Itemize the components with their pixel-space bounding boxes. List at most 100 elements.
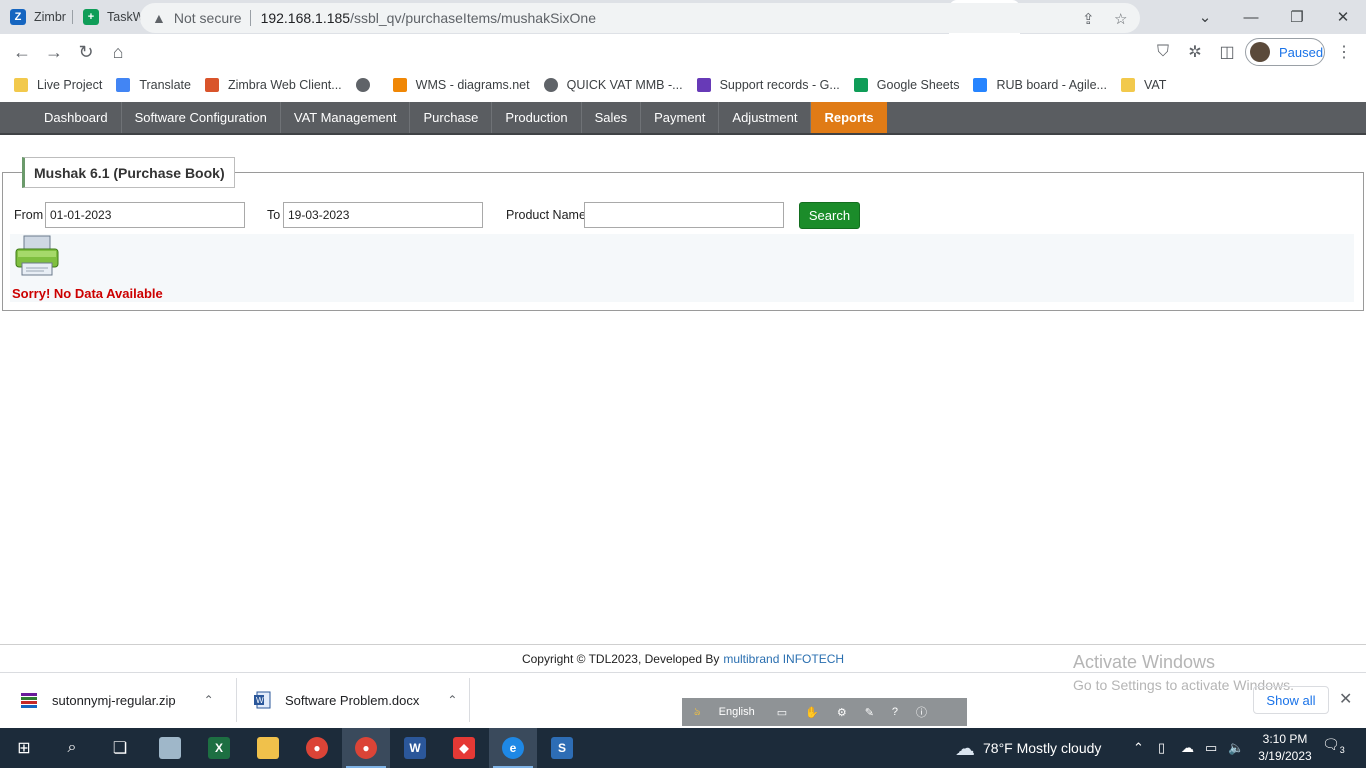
- forward-icon[interactable]: →: [38, 36, 70, 68]
- activate-windows-title: Activate Windows: [1073, 652, 1216, 672]
- chevron-up-icon[interactable]: ⌃: [204, 693, 214, 707]
- nav-item-production[interactable]: Production: [492, 102, 582, 133]
- chrome-icon: ●: [355, 737, 377, 759]
- hand-icon[interactable]: ✋: [805, 706, 819, 719]
- taskbar-app-s[interactable]: S: [538, 728, 586, 768]
- taskbar-app-word[interactable]: W: [391, 728, 439, 768]
- minimize-button[interactable]: —: [1228, 0, 1274, 34]
- show-all-downloads-button[interactable]: Show all: [1253, 686, 1329, 714]
- product-name-input[interactable]: [584, 202, 784, 228]
- bookmark-item[interactable]: Live Project: [14, 78, 102, 92]
- word-icon: W: [404, 737, 426, 759]
- settings-icon[interactable]: ⚙: [837, 706, 847, 719]
- svg-text:W: W: [256, 696, 264, 705]
- taskbar-app-chrome[interactable]: ●: [293, 728, 341, 768]
- avatar: [1250, 42, 1270, 62]
- battery-icon[interactable]: ▭: [1205, 728, 1217, 768]
- bookmark-label: Zimbra Web Client...: [227, 78, 342, 92]
- notification-count: 3: [1339, 744, 1345, 755]
- nav-item-reports[interactable]: Reports: [811, 102, 887, 133]
- nav-item-purchase[interactable]: Purchase: [410, 102, 493, 133]
- close-download-bar-icon[interactable]: ✕: [1339, 689, 1352, 709]
- download-filename: Software Problem.docx: [285, 692, 420, 708]
- security-label: Not secure: [173, 10, 242, 26]
- bookmark-label: Google Sheets: [876, 78, 960, 92]
- more-menu-icon[interactable]: ⋮: [1334, 42, 1354, 62]
- browser-tab[interactable]: Z Zimbr: [0, 0, 73, 34]
- bookmark-item[interactable]: Support records - G...: [696, 78, 840, 92]
- bookmark-label: RUB board - Agile...: [996, 78, 1107, 92]
- from-date-input[interactable]: [45, 202, 245, 228]
- weather-widget[interactable]: ☁ 78°F Mostly cloudy: [955, 728, 1101, 768]
- language-label[interactable]: English: [719, 706, 755, 718]
- download-item[interactable]: W Software Problem.docx ⌃: [253, 672, 457, 728]
- tab-search-icon[interactable]: ⌄: [1182, 0, 1228, 34]
- download-item[interactable]: sutonnymj-regular.zip ⌃: [20, 672, 214, 728]
- result-area: [10, 234, 1354, 302]
- bookmark-label: Support records - G...: [719, 78, 840, 92]
- chevron-up-icon[interactable]: ⌃: [447, 693, 457, 707]
- drawio-icon: [392, 78, 407, 92]
- taskbar-app-chrome-active[interactable]: ●: [342, 728, 390, 768]
- bookmark-star-icon[interactable]: ☆: [1114, 10, 1127, 28]
- nav-item-vat-management[interactable]: VAT Management: [281, 102, 411, 133]
- browser-tab[interactable]: + TaskW: [73, 0, 146, 34]
- tray-device-icon[interactable]: ▯: [1158, 728, 1165, 768]
- taskbar-app-explorer[interactable]: [244, 728, 292, 768]
- help-icon[interactable]: ?: [892, 706, 898, 718]
- ime-icon[interactable]: ঌ: [694, 703, 701, 722]
- nav-item-adjustment[interactable]: Adjustment: [719, 102, 812, 133]
- bookmark-label: Live Project: [37, 78, 103, 92]
- bookmark-item[interactable]: Google Sheets: [853, 78, 960, 92]
- side-panel-icon[interactable]: ◫: [1217, 42, 1237, 62]
- search-icon[interactable]: ⌕: [48, 728, 96, 768]
- word-doc-icon: W: [254, 691, 271, 709]
- bookmark-label: VAT: [1143, 78, 1167, 92]
- translate-icon: [116, 78, 131, 92]
- search-button[interactable]: Search: [799, 202, 860, 229]
- clock-date: 3/19/2023: [1258, 749, 1312, 763]
- task-view-icon[interactable]: ❏: [96, 728, 144, 768]
- extensions-puzzle-icon[interactable]: ✲: [1185, 42, 1205, 62]
- extension-shield-icon[interactable]: ⛉: [1153, 42, 1173, 62]
- printer-icon[interactable]: [14, 235, 60, 277]
- taskbar-app-excel[interactable]: X: [195, 728, 243, 768]
- profile-button[interactable]: Paused: [1245, 38, 1325, 66]
- to-date-input[interactable]: [283, 202, 483, 228]
- share-icon[interactable]: ⇪: [1082, 10, 1095, 28]
- developer-link[interactable]: multibrand INFOTECH: [723, 652, 844, 666]
- onedrive-icon[interactable]: ☁: [1181, 728, 1194, 768]
- system-clock[interactable]: 3:10 PM 3/19/2023: [1248, 731, 1322, 765]
- bookmark-item[interactable]: WMS - diagrams.net: [392, 78, 530, 92]
- tab-title: Zimbr: [34, 10, 66, 24]
- back-icon[interactable]: ←: [6, 36, 38, 68]
- url-text: 192.168.1.185/ssbl_qv/purchaseItems/mush…: [261, 10, 596, 26]
- reload-icon[interactable]: ↻: [70, 36, 102, 68]
- address-bar[interactable]: ▲ Not secure 192.168.1.185/ssbl_qv/purch…: [140, 3, 1140, 33]
- taskbar-app-notes[interactable]: [146, 728, 194, 768]
- taskbar-app-anydesk[interactable]: ◆: [440, 728, 488, 768]
- pen-icon[interactable]: ✎: [865, 706, 874, 719]
- info-icon[interactable]: ⓘ: [916, 704, 927, 720]
- nav-item-dashboard[interactable]: Dashboard: [31, 102, 122, 133]
- keyboard-icon[interactable]: ▭: [777, 706, 787, 719]
- bookmark-item[interactable]: QUICK VAT MMB -...: [543, 78, 683, 92]
- bookmark-item[interactable]: [355, 78, 379, 92]
- tray-chevron-icon[interactable]: ⌃: [1133, 728, 1144, 768]
- nav-item-software-configuration[interactable]: Software Configuration: [122, 102, 281, 133]
- bookmark-item[interactable]: Zimbra Web Client...: [204, 78, 342, 92]
- bookmark-item[interactable]: VAT: [1120, 78, 1167, 92]
- restore-button[interactable]: ❐: [1274, 0, 1320, 34]
- notification-center-icon[interactable]: 🗨3: [1322, 736, 1345, 755]
- close-window-button[interactable]: ✕: [1320, 0, 1366, 34]
- home-icon[interactable]: ⌂: [102, 36, 134, 68]
- start-button[interactable]: ⊞: [0, 728, 48, 768]
- taskbar-app-edge[interactable]: e: [489, 728, 537, 768]
- url-host: 192.168.1.185: [260, 10, 351, 26]
- bookmark-item[interactable]: Translate: [116, 78, 191, 92]
- nav-item-sales[interactable]: Sales: [582, 102, 642, 133]
- app-main-nav: Dashboard Software Configuration VAT Manag…: [0, 102, 1366, 135]
- volume-icon[interactable]: 🔈: [1228, 728, 1244, 768]
- nav-item-payment[interactable]: Payment: [641, 102, 720, 133]
- bookmark-item[interactable]: RUB board - Agile...: [973, 78, 1107, 92]
